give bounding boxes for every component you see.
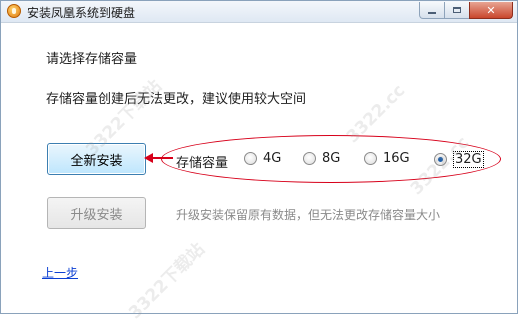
minimize-button[interactable]	[419, 2, 445, 19]
close-button[interactable]: ✕	[469, 2, 513, 19]
radio-button[interactable]	[244, 152, 257, 165]
radio-button[interactable]	[364, 152, 377, 165]
arrow-annotation	[144, 153, 153, 163]
radio-label[interactable]: 32G	[453, 151, 484, 168]
app-icon	[7, 4, 21, 18]
minimize-icon	[428, 12, 436, 14]
capacity-label: 存储容量	[176, 156, 229, 171]
window-title: 安装凤凰系统到硬盘	[27, 6, 136, 20]
back-link[interactable]: 上一步	[42, 264, 78, 281]
radio-label[interactable]: 4G	[263, 151, 281, 166]
close-icon: ✕	[486, 3, 496, 17]
capacity-option-4g[interactable]: 4G	[244, 151, 281, 166]
new-install-button[interactable]: 全新安装	[47, 143, 146, 175]
capacity-warning: 存储容量创建后无法更改，建议使用较大空间	[46, 92, 307, 107]
title-bar: 安装凤凰系统到硬盘 ✕	[1, 1, 517, 23]
capacity-prompt: 请选择存储容量	[46, 52, 138, 67]
radio-button[interactable]	[303, 152, 316, 165]
radio-button-selected[interactable]	[434, 153, 447, 166]
capacity-option-8g[interactable]: 8G	[303, 151, 340, 166]
capacity-option-16g[interactable]: 16G	[364, 151, 410, 166]
upgrade-install-button: 升级安装	[47, 197, 146, 229]
maximize-icon	[453, 7, 461, 13]
upgrade-note: 升级安装保留原有数据，但无法更改存储容量大小	[176, 208, 441, 222]
radio-label[interactable]: 16G	[383, 151, 410, 166]
radio-label[interactable]: 8G	[322, 151, 340, 166]
installer-window: 安装凤凰系统到硬盘 ✕ 请选择存储容量 存储容量创建后无法更改，建议使用较大空间…	[0, 0, 518, 323]
capacity-option-32g[interactable]: 32G	[434, 151, 484, 168]
maximize-button[interactable]	[444, 2, 470, 19]
watermark: 3322下载站	[125, 239, 209, 323]
